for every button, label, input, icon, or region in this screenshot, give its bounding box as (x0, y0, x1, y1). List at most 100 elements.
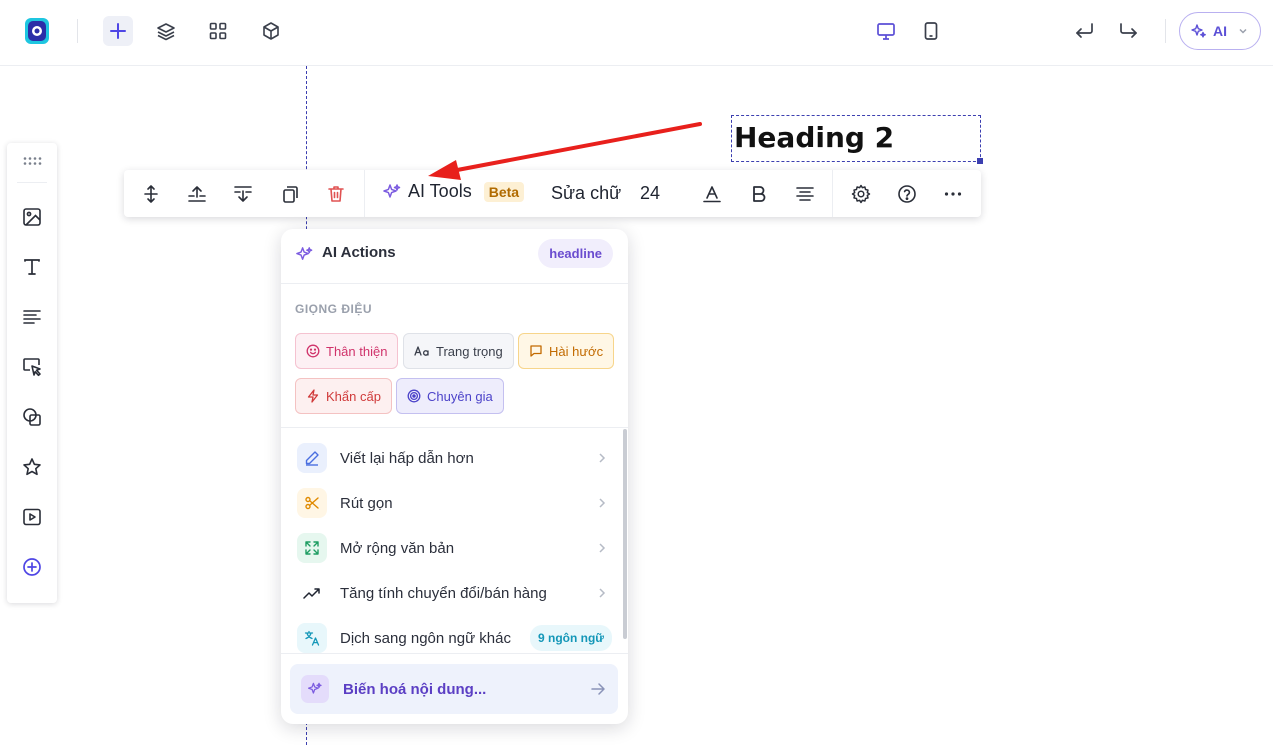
box-button[interactable] (256, 16, 286, 46)
divider (281, 653, 628, 654)
sparkle-icon (301, 675, 329, 703)
action-label: Rút gọn (340, 494, 393, 512)
gear-icon (851, 184, 871, 204)
drag-handle-icon[interactable] (19, 148, 45, 174)
resize-handle[interactable] (977, 158, 983, 164)
shapes-icon (23, 408, 41, 426)
annotation-arrow (428, 122, 702, 180)
divider (1165, 19, 1166, 43)
trash-icon (328, 186, 344, 202)
ai-actions-panel: AI Actions headline GIỌNG ĐIỆU Thân thiệ… (281, 229, 628, 724)
font-size-value[interactable]: 24 (640, 183, 660, 204)
action-conversion[interactable]: Tăng tính chuyển đổi/bán hàng (297, 575, 607, 611)
duplicate-button[interactable] (276, 180, 304, 208)
move-down-button[interactable] (229, 180, 257, 208)
divider (281, 427, 628, 428)
heading-text[interactable]: Heading 2 (734, 121, 894, 154)
more-options-button[interactable] (939, 180, 967, 208)
expand-icon (297, 533, 327, 563)
help-button[interactable] (893, 180, 921, 208)
chevron-right-icon (599, 498, 606, 508)
tone-formal-chip[interactable]: Trang trọng (403, 333, 514, 369)
arrow-right-icon (591, 683, 605, 695)
grid-button[interactable] (203, 16, 233, 46)
action-translate[interactable]: Dịch sang ngôn ngữ khác 9 ngôn ngữ (297, 620, 612, 656)
scissors-icon (297, 488, 327, 518)
beta-badge: Beta (483, 181, 525, 202)
sparkle-icon (383, 183, 401, 198)
font-icon (414, 346, 429, 356)
star-icon (23, 458, 41, 476)
paragraph-tool-button[interactable] (19, 304, 45, 330)
add-button[interactable] (103, 16, 133, 46)
panel-title: AI Actions (322, 244, 396, 261)
left-sidebar (7, 143, 57, 603)
text-icon (24, 259, 40, 275)
desktop-view-button[interactable] (871, 16, 901, 46)
action-expand[interactable]: Mở rộng văn bản (297, 530, 607, 566)
text-color-icon (703, 186, 721, 203)
bold-icon (753, 186, 766, 202)
text-tool-button[interactable] (19, 254, 45, 280)
add-circle-icon (23, 558, 41, 576)
redo-button[interactable] (1114, 16, 1144, 46)
align-center-button[interactable] (791, 180, 819, 208)
ai-tools-button[interactable]: AI Tools Beta (382, 181, 525, 202)
edit-text-button[interactable]: Sửa chữ (551, 183, 621, 204)
ai-menu-button[interactable]: AI (1179, 12, 1261, 50)
tone-urgent-chip[interactable]: Khẩn cấp (295, 378, 392, 414)
star-tool-button[interactable] (19, 454, 45, 480)
tone-label: Thân thiện (326, 343, 388, 359)
divider (832, 170, 833, 217)
video-tool-button[interactable] (19, 504, 45, 530)
add-element-button[interactable] (19, 554, 45, 580)
action-label: Viết lại hấp dẫn hơn (340, 449, 474, 467)
transform-content-button[interactable]: Biến hoá nội dung... (290, 664, 618, 714)
translate-icon (297, 623, 327, 653)
sparkle-icon (295, 245, 314, 264)
video-icon (23, 508, 41, 526)
image-icon (23, 208, 41, 226)
app-logo-icon[interactable] (22, 16, 52, 46)
selected-heading-element[interactable]: Heading 2 (731, 115, 983, 164)
select-tool-button[interactable] (19, 354, 45, 380)
shapes-tool-button[interactable] (19, 404, 45, 430)
desktop-icon (877, 23, 895, 40)
undo-icon (1076, 23, 1093, 38)
tone-section-label: GIỌNG ĐIỆU (295, 302, 373, 316)
target-icon (407, 389, 421, 403)
image-tool-button[interactable] (19, 204, 45, 230)
divider (77, 19, 78, 43)
element-type-badge: headline (538, 239, 613, 268)
transform-label: Biến hoá nội dung... (343, 680, 487, 698)
vertical-resize-button[interactable] (137, 180, 165, 208)
more-horizontal-icon (944, 192, 962, 196)
paragraph-icon (23, 310, 41, 324)
tone-label: Chuyên gia (427, 388, 493, 404)
layers-button[interactable] (151, 16, 181, 46)
undo-button[interactable] (1069, 16, 1099, 46)
add-icon (110, 23, 126, 39)
redo-icon (1120, 23, 1137, 38)
tone-friendly-chip[interactable]: Thân thiện (295, 333, 399, 369)
panel-scrollbar[interactable] (623, 429, 627, 639)
settings-button[interactable] (847, 180, 875, 208)
delete-button[interactable] (322, 180, 350, 208)
box-icon (263, 22, 279, 40)
tone-funny-chip[interactable]: Hài hước (518, 333, 615, 369)
tone-label: Khẩn cấp (326, 388, 381, 404)
divider (17, 182, 47, 183)
tone-label: Trang trọng (436, 343, 503, 359)
panel-header: AI Actions headline (281, 229, 628, 284)
cursor-select-icon (23, 358, 41, 377)
tone-expert-chip[interactable]: Chuyên gia (396, 378, 504, 414)
align-bottom-icon (234, 186, 252, 202)
move-up-button[interactable] (183, 180, 211, 208)
tablet-view-button[interactable] (916, 16, 946, 46)
bold-button[interactable] (745, 180, 773, 208)
align-center-icon (796, 187, 814, 201)
chevron-right-icon (599, 543, 606, 553)
action-rewrite[interactable]: Viết lại hấp dẫn hơn (297, 440, 607, 476)
action-shorten[interactable]: Rút gọn (297, 485, 607, 521)
text-color-button[interactable] (698, 180, 726, 208)
